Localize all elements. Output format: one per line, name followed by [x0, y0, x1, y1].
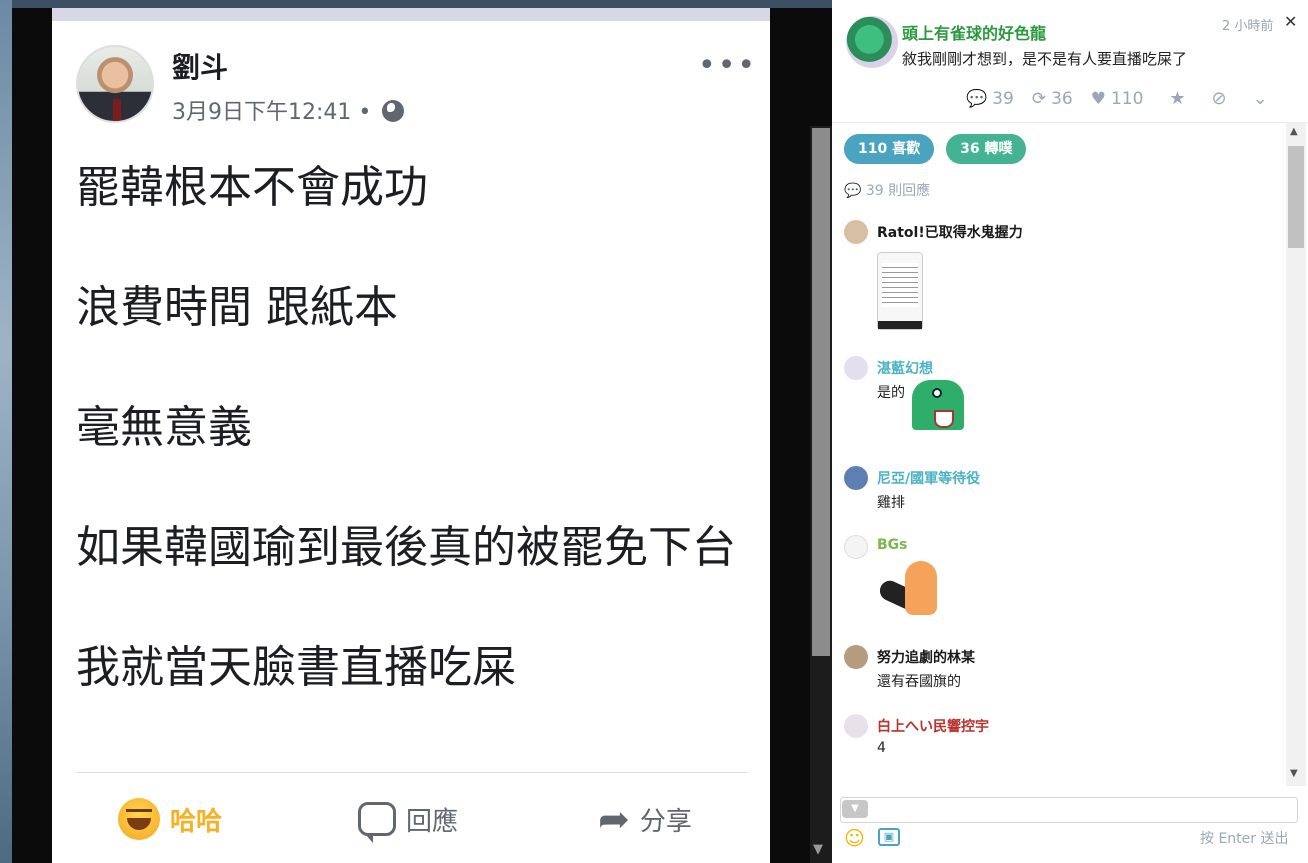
- comment-icon: 💬: [844, 183, 862, 199]
- share-arrow-icon: ➦: [598, 797, 630, 841]
- response-text: 還有吞國旗的: [877, 674, 961, 690]
- avatar[interactable]: [844, 466, 868, 490]
- heart-icon: ♥: [1090, 88, 1106, 109]
- response-count-label: 39 則回應: [865, 183, 931, 199]
- plurk-panel: 頭上有雀球的好色龍 2 小時前 ✕ 敘我剛剛才想到，是不是有人要直播吃屎了 💬 …: [832, 0, 1308, 863]
- comment-icon: 💬: [966, 88, 988, 109]
- responder-name[interactable]: 尼亞/國軍等待役: [877, 468, 980, 488]
- list-item: 尼亞/國軍等待役 雞排: [844, 466, 1274, 516]
- mute-icon[interactable]: ⊘: [1212, 88, 1227, 109]
- post-line: 浪費時間 跟紙本: [76, 282, 398, 333]
- responder-name[interactable]: 努力追劇的林某: [877, 647, 975, 667]
- star-icon[interactable]: ★: [1169, 88, 1185, 109]
- image-upload-icon[interactable]: ▣: [878, 828, 900, 846]
- globe-icon: [382, 100, 405, 122]
- replurk-stat[interactable]: ⟳ 36: [1032, 89, 1073, 109]
- crocodile-sticker: [910, 372, 970, 432]
- avatar[interactable]: [844, 535, 868, 559]
- avatar[interactable]: [844, 714, 868, 738]
- likes-badge[interactable]: 110 喜歡: [844, 134, 935, 164]
- responses-count: 39: [992, 88, 1014, 109]
- comment-label: 回應: [406, 806, 459, 837]
- replurk-icon: ⟳: [1031, 88, 1047, 109]
- post-line: 如果韓國瑜到最後真的被罷免下台: [76, 522, 736, 573]
- response-text: 4: [877, 740, 886, 756]
- close-icon[interactable]: ✕: [1284, 12, 1297, 31]
- post-author: 劉斗: [172, 51, 229, 84]
- haha-reaction-button[interactable]: 哈哈: [118, 794, 222, 844]
- post-line: 毫無意義: [76, 402, 252, 453]
- post-timestamp: 3月9日下午12:41 •: [172, 94, 405, 126]
- list-item: BGs: [844, 535, 1274, 625]
- comment-button[interactable]: 回應: [358, 794, 458, 844]
- response-text: 是的: [877, 385, 905, 401]
- plurk-stats: 💬 39 ⟳ 36 ♥ 110 ★ ⊘ ⌄: [966, 88, 1268, 109]
- replurks-badge[interactable]: 36 轉噗: [946, 134, 1027, 164]
- like-stat[interactable]: ♥ 110: [1091, 89, 1144, 109]
- response-count: 💬 39 則回應: [844, 180, 930, 200]
- plurk-content: 敘我剛剛才想到，是不是有人要直播吃屎了: [902, 50, 1188, 68]
- more-options-icon[interactable]: •••: [698, 48, 757, 83]
- chevron-down-icon[interactable]: ▼: [813, 842, 823, 857]
- plurk-badges: 110 喜歡 36 轉噗: [844, 134, 1027, 164]
- plurk-time: 2 小時前: [1222, 19, 1274, 34]
- avatar[interactable]: [844, 645, 868, 669]
- background-window-top: [12, 0, 832, 8]
- plurk-author[interactable]: 頭上有雀球的好色龍: [902, 20, 1046, 44]
- avatar[interactable]: [846, 16, 898, 68]
- haha-emoji-icon: [118, 798, 160, 840]
- post-top-bar: [52, 8, 770, 21]
- chevron-up-icon[interactable]: ▲: [1290, 126, 1298, 137]
- response-input[interactable]: [840, 797, 1298, 823]
- list-item: 努力追劇的林某 還有吞國旗的: [844, 645, 1274, 695]
- avatar: [76, 45, 154, 123]
- post-line: 罷韓根本不會成功: [76, 162, 428, 213]
- divider: [76, 772, 748, 773]
- haha-label: 哈哈: [170, 806, 223, 837]
- avatar[interactable]: [844, 220, 868, 244]
- avatar[interactable]: [844, 356, 868, 380]
- replurks-count: 36: [1051, 88, 1073, 109]
- background-window-strip: [0, 0, 12, 863]
- responder-name[interactable]: BGs: [877, 537, 908, 553]
- list-item: 白上へい民響控宇 4: [844, 714, 1274, 764]
- comment-bubble-icon: [358, 802, 396, 843]
- attached-image-thumbnail[interactable]: [877, 252, 923, 330]
- list-item: Ratol!已取得水鬼握力: [844, 220, 1274, 335]
- emoji-icon[interactable]: ☺: [844, 826, 865, 850]
- response-text: 雞排: [877, 495, 905, 511]
- share-button[interactable]: ➦ 分享: [598, 794, 692, 844]
- divider: [832, 122, 1308, 123]
- share-label: 分享: [639, 806, 692, 837]
- enter-hint: 按 Enter 送出: [1200, 831, 1289, 847]
- post-line: 我就當天臉書直播吃屎: [76, 642, 516, 693]
- responder-name[interactable]: Ratol!已取得水鬼握力: [877, 222, 1023, 242]
- responses-scroll-thumb[interactable]: [1288, 146, 1304, 248]
- chevron-down-icon[interactable]: ⌄: [1253, 88, 1268, 109]
- responses-stat[interactable]: 💬 39: [966, 89, 1014, 109]
- likes-count: 110: [1110, 88, 1144, 109]
- responder-name[interactable]: 白上へい民響控宇: [877, 716, 989, 736]
- facebook-post-image: 劉斗 3月9日下午12:41 • ••• 罷韓根本不會成功 浪費時間 跟紙本 毫…: [52, 8, 770, 863]
- screen: 劉斗 3月9日下午12:41 • ••• 罷韓根本不會成功 浪費時間 跟紙本 毫…: [0, 0, 1308, 863]
- timestamp-text: 3月9日下午12:41 •: [172, 100, 372, 125]
- post-body: 罷韓根本不會成功 浪費時間 跟紙本 毫無意義 如果韓國瑜到最後真的被罷免下台 我…: [76, 158, 756, 758]
- qualifier-dropdown[interactable]: ▼: [842, 800, 868, 818]
- image-viewer-scroll-thumb[interactable]: [812, 128, 830, 656]
- list-item: 湛藍幻想 是的: [844, 356, 1274, 446]
- chevron-down-icon[interactable]: ▼: [1290, 768, 1298, 779]
